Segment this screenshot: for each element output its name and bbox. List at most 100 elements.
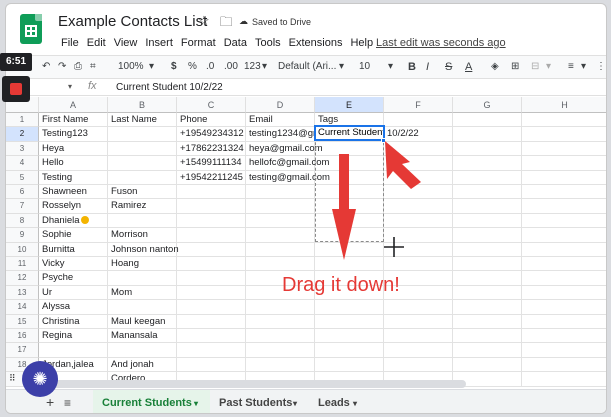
tab-past-students-chevron-icon[interactable]: ▾	[293, 399, 297, 408]
cell-b14[interactable]	[108, 300, 177, 315]
row-header-7[interactable]: 7	[6, 199, 39, 214]
tab-past-students[interactable]: Past Students	[219, 397, 292, 409]
tab-leads-chevron-icon[interactable]: ▾	[353, 399, 357, 408]
menu-help[interactable]: Help	[350, 37, 373, 49]
row-header-1[interactable]: 1	[6, 113, 39, 128]
cell-g11[interactable]	[453, 257, 522, 272]
fill-handle[interactable]	[381, 138, 386, 143]
more-options-icon[interactable]: ⋮	[596, 61, 606, 72]
cell-a5[interactable]: Testing	[39, 170, 108, 185]
cell-g2[interactable]	[453, 127, 522, 142]
cell-g8[interactable]	[453, 213, 522, 229]
cell-d15[interactable]	[246, 314, 315, 329]
menu-insert[interactable]: Insert	[145, 37, 173, 49]
cell-c6[interactable]	[177, 185, 246, 200]
drag-grip-icon[interactable]: ⠿	[9, 373, 16, 384]
horizontal-scrollbar[interactable]	[36, 380, 466, 388]
undo-icon[interactable]: ↶	[42, 61, 50, 72]
cell-h6[interactable]	[522, 185, 606, 200]
zoom-select[interactable]: 100%	[118, 61, 144, 72]
cell-f1[interactable]	[384, 113, 453, 128]
cell-a16[interactable]: Regina	[39, 329, 108, 344]
menu-tools[interactable]: Tools	[255, 37, 281, 49]
cell-d17[interactable]	[246, 343, 315, 358]
cell-b2[interactable]	[108, 127, 177, 142]
cell-f7[interactable]	[384, 199, 453, 214]
cell-a8[interactable]: Dhaniela	[39, 213, 108, 229]
row-header-3[interactable]: 3	[6, 141, 39, 157]
cell-c14[interactable]	[177, 300, 246, 315]
cell-h7[interactable]	[522, 199, 606, 214]
font-size-select[interactable]: 10	[359, 61, 370, 72]
cell-h18[interactable]	[522, 358, 606, 373]
cell-a3[interactable]: Heya	[39, 141, 108, 157]
menu-data[interactable]: Data	[224, 37, 247, 49]
cell-g16[interactable]	[453, 329, 522, 344]
cell-b15[interactable]: Maul keegan	[108, 314, 177, 329]
cell-h12[interactable]	[522, 271, 606, 286]
cell-g12[interactable]	[453, 271, 522, 286]
column-header-d[interactable]: D	[246, 97, 315, 113]
cell-b13[interactable]: Mom	[108, 285, 177, 301]
cell-c10[interactable]	[177, 242, 246, 257]
more-formats-chevron-icon[interactable]: ▾	[262, 61, 267, 72]
row-header-15[interactable]: 15	[6, 314, 39, 329]
cell-b6[interactable]: Fuson	[108, 185, 177, 200]
cell-d4[interactable]: hellofc@gmail.com	[246, 156, 329, 171]
document-title[interactable]: Example Contacts List	[58, 13, 207, 30]
percent-button[interactable]: %	[188, 61, 197, 72]
paint-format-icon[interactable]: ⌗	[90, 61, 96, 72]
cell-a11[interactable]: Vicky	[39, 257, 108, 272]
font-chevron-icon[interactable]: ▾	[339, 61, 344, 72]
cell-d2[interactable]: testing1234@gm	[246, 127, 321, 142]
cell-h16[interactable]	[522, 329, 606, 344]
bold-button[interactable]: B	[408, 61, 416, 73]
cell-c4[interactable]: +15499111134	[177, 156, 246, 171]
recorder-menu-button[interactable]: ✺	[22, 361, 58, 397]
cell-c11[interactable]	[177, 257, 246, 272]
cell-h8[interactable]	[522, 214, 606, 229]
cell-d10[interactable]	[246, 242, 315, 257]
formula-input[interactable]: Current Student 10/2/22	[116, 82, 223, 93]
menu-format[interactable]: Format	[181, 37, 216, 49]
italic-button[interactable]: I	[426, 61, 429, 73]
cell-f2[interactable]: 10/2/22	[384, 127, 453, 142]
cell-c12[interactable]	[177, 271, 246, 286]
cell-c17[interactable]	[177, 343, 246, 358]
cell-b1[interactable]: Last Name	[108, 113, 177, 128]
name-box-chevron-icon[interactable]: ▾	[68, 82, 72, 91]
cell-d8[interactable]	[246, 213, 315, 229]
cell-f10[interactable]	[384, 242, 453, 257]
row-header-4[interactable]: 4	[6, 156, 39, 171]
cell-c15[interactable]	[177, 314, 246, 329]
cell-f14[interactable]	[384, 300, 453, 315]
sheets-logo-icon[interactable]	[20, 14, 42, 44]
cell-a4[interactable]: Hello	[39, 156, 108, 171]
cell-c13[interactable]	[177, 285, 246, 301]
cell-c16[interactable]	[177, 329, 246, 344]
row-header-5[interactable]: 5	[6, 170, 39, 185]
row-header-17[interactable]: 17	[6, 343, 39, 358]
cell-a1[interactable]: First Name	[39, 113, 108, 128]
menu-view[interactable]: View	[114, 37, 138, 49]
cell-f9[interactable]	[384, 228, 453, 243]
star-icon[interactable]: ☆	[198, 13, 210, 35]
tab-current-students[interactable]: Current Students	[102, 397, 192, 409]
cell-b11[interactable]: Hoang	[108, 257, 177, 272]
cell-f5[interactable]	[384, 170, 453, 185]
fill-color-icon[interactable]: ◈	[491, 61, 499, 72]
menu-file[interactable]: File	[61, 37, 79, 49]
decrease-decimal-button[interactable]: .0	[206, 61, 214, 72]
cell-f4[interactable]	[384, 156, 453, 171]
cell-d3[interactable]: heya@gmail.com	[246, 141, 323, 157]
cell-h9[interactable]	[522, 228, 606, 243]
cell-d6[interactable]	[246, 185, 315, 200]
cell-b9[interactable]: Morrison	[108, 228, 177, 243]
cell-d1[interactable]: Email	[246, 113, 315, 128]
cell-d11[interactable]	[246, 257, 315, 272]
cell-f8[interactable]	[384, 213, 453, 229]
cell-c18[interactable]	[177, 357, 246, 373]
cell-c5[interactable]: +19542211245	[177, 170, 246, 185]
cell-g3[interactable]	[453, 141, 522, 157]
cell-e16[interactable]	[315, 329, 384, 344]
